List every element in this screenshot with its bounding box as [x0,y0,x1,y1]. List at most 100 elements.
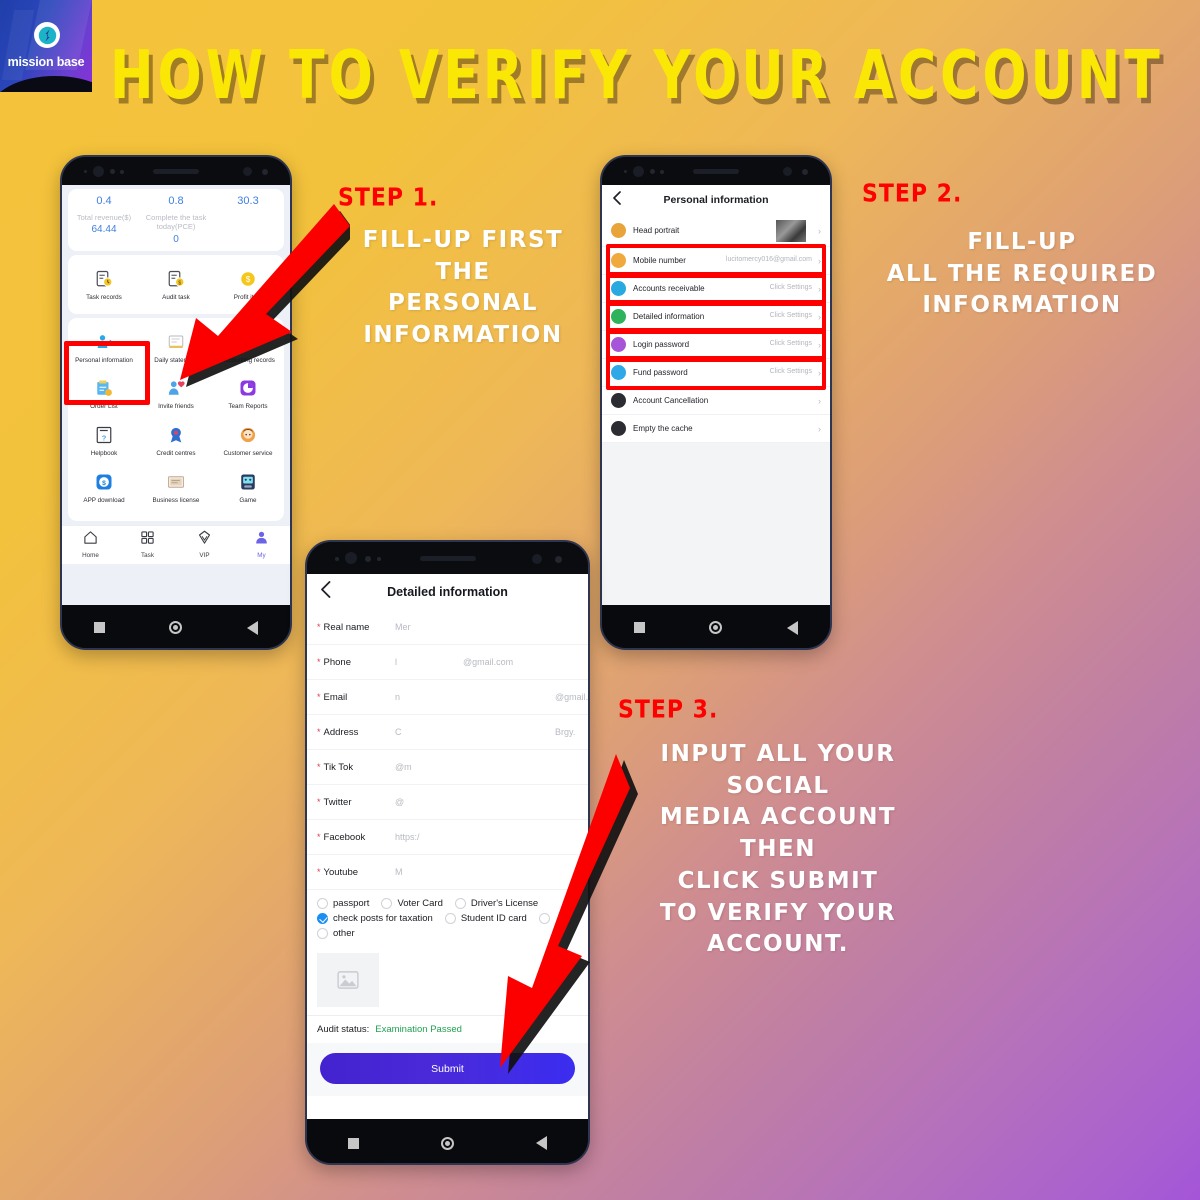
form-field-value[interactable]: https:/ [395,832,578,842]
form-field-row[interactable]: * Phone l @gmail.com [307,645,588,680]
menu-cell[interactable]: Business license [140,464,212,511]
recents-button[interactable] [348,1137,359,1149]
phone1-menu-grid: Personal information Daily statement $ Acco… [68,324,284,511]
radio-unchecked-icon[interactable] [317,898,328,909]
step-2-number: STEP 2. [862,180,963,208]
menu-cell[interactable]: Game [212,464,284,511]
back-button[interactable] [246,620,258,635]
quick-action-label: Profit item [233,293,263,301]
radio-unchecked-icon[interactable] [444,913,456,924]
chevron-right-icon: › [818,367,821,378]
quick-action-cell[interactable]: $ Profit item [212,261,284,308]
form-field-value[interactable]: @ [395,797,578,807]
back-chevron-icon[interactable] [320,581,331,603]
menu-cell-label: Daily statement [154,356,198,364]
step-1-body: FILL-UP FIRST THE PERSONAL INFORMATION [338,225,588,352]
settings-row[interactable]: Fund password Click Settings › [602,359,830,387]
tab-task[interactable]: Task [119,530,176,559]
form-field-value[interactable]: Mer [395,622,578,632]
chevron-right-icon: › [818,311,821,322]
menu-cell-label: Team Reports [228,403,268,411]
form-field-value[interactable]: l @gmail.com [395,657,578,667]
menu-cell-label: Credit centres [156,450,196,458]
menu-cell[interactable]: Personal information [68,324,140,371]
radio-unchecked-icon[interactable] [454,898,466,909]
radio-unchecked-icon[interactable] [381,898,393,909]
step-1-block: STEP 1. FILL-UP FIRST THE PERSONAL INFORMAT… [338,184,588,352]
option-passport[interactable]: passport [317,898,369,909]
home-button[interactable] [709,621,723,634]
menu-cell[interactable]: $ APP download [68,464,140,511]
submit-button[interactable]: Submit [320,1053,575,1084]
wallet-icon [611,281,626,296]
menu-cell[interactable]: ? Helpbook [68,417,140,464]
menu-cell[interactable]: Daily statement [140,324,212,371]
settings-row[interactable]: Head portrait › [602,215,830,247]
tab-my[interactable]: My [233,530,290,559]
option-other[interactable]: other [317,928,355,939]
settings-row[interactable]: Detailed information Click Settings › [602,303,830,331]
form-field-value[interactable]: @m [395,762,578,772]
settings-row[interactable]: Mobile number lucitomercy016@gmail.com › [602,247,830,275]
back-chevron-icon[interactable] [612,190,621,210]
form-field-row[interactable]: * Tik Tok @m [307,750,588,785]
tab-home[interactable]: Home [62,530,119,559]
menu-cell[interactable]: Credit centres [140,417,212,464]
recents-button[interactable] [94,622,106,633]
stat-value: 0.8 [168,195,184,207]
phone3-image-upload[interactable] [317,953,379,1007]
audit-status-value: Examination Passed [375,1024,462,1035]
form-field-row[interactable]: * Facebook https:/ [307,820,588,855]
head-portrait-thumbnail[interactable] [776,219,806,242]
option-student-id-card[interactable]: Student ID card [444,913,527,924]
form-field-label: * Phone [317,656,351,668]
menu-cell[interactable]: Invite friends [140,370,212,417]
tab-label: Task [141,552,154,560]
vip-diamond-icon [176,530,233,550]
audit-status-label: Audit status: [317,1024,370,1035]
home-button[interactable] [169,621,183,634]
phone1-quick-actions-grid: Task records $ Audit task $ Profit item [68,261,284,308]
form-field-row[interactable]: * Twitter @ [307,785,588,820]
form-field-value[interactable]: M [395,867,578,877]
form-field-value[interactable]: CBrgy.Rosa la [395,727,578,737]
settings-row[interactable]: Account Cancellation › [602,387,830,415]
quick-action-cell[interactable]: Task records [68,261,140,308]
step-3-block: STEP 3. INPUT ALL YOUR SOCIAL MEDIA ACCOUN… [618,696,938,961]
form-field-row[interactable]: *Address CBrgy.Rosa la [307,715,588,750]
checkbox-checked-icon[interactable] [317,913,328,924]
page-title: HOW TO VERIFY YOUR ACCOUNT [110,38,1164,115]
step-3-number: STEP 3. [618,696,719,724]
radio-unchecked-icon[interactable] [538,913,550,924]
menu-cell[interactable]: Order List [68,370,140,417]
menu-cell[interactable]: Team Reports [212,370,284,417]
step-body-line: ACCOUNT. [707,931,849,958]
form-field-value[interactable]: n@gmail.com [395,692,588,702]
option-driver-s-license[interactable]: Driver's License [454,898,538,909]
app-download-icon: $ [70,471,138,493]
menu-cell-label: Game [239,497,257,505]
image-placeholder-icon [337,971,359,989]
chevron-right-icon: › [818,339,821,350]
settings-row[interactable]: Empty the cache › [602,415,830,443]
recents-button[interactable] [634,622,646,633]
form-field-row[interactable]: * Real name Mer [307,610,588,645]
menu-cell[interactable]: $ Accounting records [212,324,284,371]
home-button[interactable] [441,1136,454,1150]
task-grid-icon [119,530,176,550]
option-line: passport Voter Card Driver's License [317,898,578,909]
back-button[interactable] [536,1136,547,1150]
tab-vip[interactable]: VIP [176,530,233,559]
menu-cell[interactable]: Customer service [212,417,284,464]
form-field-row[interactable]: *Email n@gmail.com [307,680,588,715]
option-check-posts-for-taxation[interactable]: check posts for taxation [317,913,433,924]
radio-unchecked-icon[interactable] [317,928,328,939]
form-field-row[interactable]: * Youtube M [307,855,588,890]
back-button[interactable] [786,620,798,635]
form-field-label: * Tik Tok [317,761,354,773]
settings-row[interactable]: Accounts receivable Click Settings › [602,275,830,303]
option-voter-card[interactable]: Voter Card [381,898,443,909]
quick-action-cell[interactable]: $ Audit task [140,261,212,308]
settings-row[interactable]: Login password Click Settings › [602,331,830,359]
mobile-icon [611,253,626,268]
